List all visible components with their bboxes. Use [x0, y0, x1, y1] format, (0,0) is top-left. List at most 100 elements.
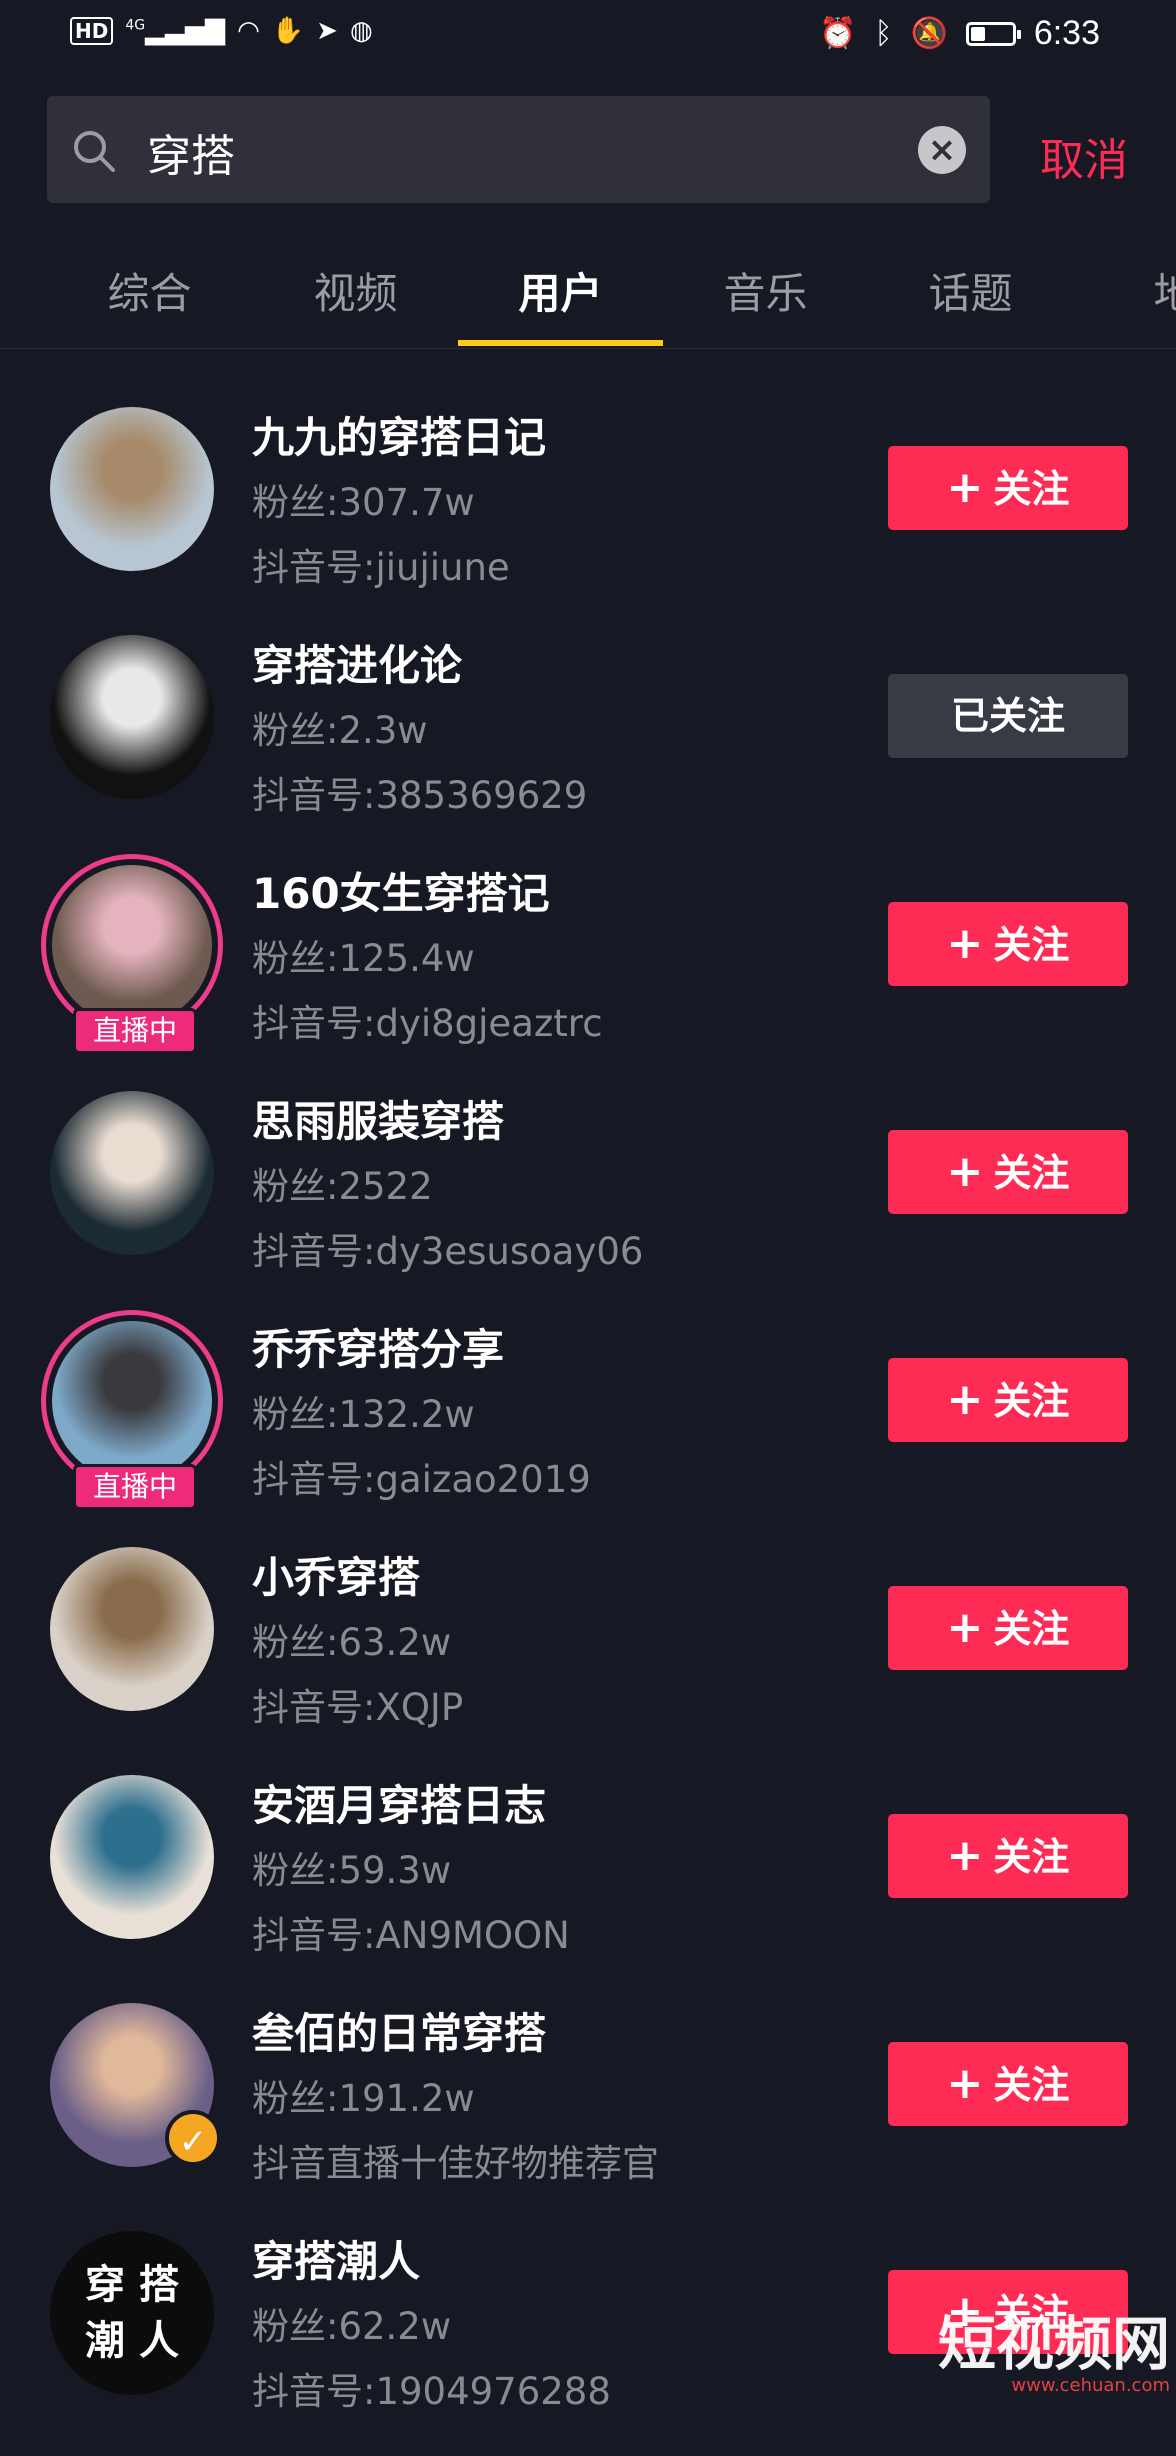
cancel-button[interactable]: 取消 [1040, 124, 1128, 188]
follow-button[interactable]: + 关注 [888, 2042, 1128, 2126]
user-handle: 抖音号:1904976288 [252, 2370, 611, 2413]
follower-count: 粉丝:62.2w [252, 2305, 452, 2348]
follow-label: 已关注 [950, 694, 1065, 738]
follow-button[interactable]: + 关注 [888, 446, 1128, 530]
tab-2[interactable]: 用户 [458, 260, 663, 321]
watermark: 短视频网 www.cehuan.com [937, 2310, 1170, 2396]
follow-label: 关注 [993, 2063, 1070, 2107]
follow-button[interactable]: + 关注 [888, 1358, 1128, 1442]
search-input[interactable]: 穿搭 [147, 120, 235, 184]
live-badge: 直播中 [73, 1008, 197, 1054]
user-row[interactable]: 安酒月穿搭日志粉丝:59.3w 抖音号:AN9MOON + 关注 [0, 1772, 1176, 2000]
active-tab-indicator [458, 340, 663, 346]
follower-count: 粉丝:125.4w [252, 937, 475, 980]
clock: 6:33 [1033, 14, 1100, 52]
username[interactable]: 小乔穿搭 [252, 1544, 420, 1605]
follower-count: 粉丝:59.3w [252, 1849, 452, 1892]
plus-icon: + [946, 1602, 984, 1653]
username[interactable]: 穿搭潮人 [252, 2228, 420, 2289]
tab-4[interactable]: 话题 [868, 260, 1073, 321]
clear-icon[interactable]: × [918, 126, 966, 174]
verified-icon: ✓ [165, 2110, 221, 2166]
follow-button[interactable]: + 关注 [888, 902, 1128, 986]
username[interactable]: 叁佰的日常穿搭 [252, 2000, 546, 2061]
notification-icon: ✋ [271, 16, 305, 46]
avatar[interactable]: 穿 搭 潮 人 [50, 2231, 214, 2395]
user-handle: 抖音号:AN9MOON [252, 1914, 570, 1957]
search-bar[interactable]: 穿搭 × [47, 96, 990, 203]
status-bar: HD 4G▂▃▅▇ ◠ ✋ ➤ ◍ ⏰ ᛒ 🔕 6:33 [0, 0, 1176, 72]
tab-1[interactable]: 视频 [253, 260, 458, 321]
plus-icon: + [946, 1374, 984, 1425]
follow-label: 关注 [993, 1151, 1070, 1195]
signal-icon: 4G▂▃▅▇ [125, 16, 226, 46]
username[interactable]: 乔乔穿搭分享 [252, 1316, 504, 1377]
avatar[interactable] [50, 407, 214, 571]
search-icon [74, 131, 115, 172]
username[interactable]: 穿搭进化论 [252, 632, 462, 693]
follower-count: 粉丝:2.3w [252, 709, 428, 752]
user-row[interactable]: 九九的穿搭日记粉丝:307.7w 抖音号:jiujiune + 关注 [0, 404, 1176, 632]
user-handle: 抖音号:jiujiune [252, 546, 510, 589]
follower-count: 粉丝:307.7w [252, 481, 475, 524]
tab-0[interactable]: 综合 [47, 260, 252, 321]
bluetooth-icon: ᛒ [874, 16, 893, 51]
wifi-icon: ◠ [237, 16, 260, 46]
tab-3[interactable]: 音乐 [663, 260, 868, 321]
user-row[interactable]: 思雨服装穿搭 粉丝:2522 抖音号:dy3esusoay06 + 关注 [0, 1088, 1176, 1316]
username[interactable]: 160女生穿搭记 [252, 860, 550, 921]
follow-label: 关注 [993, 1379, 1070, 1423]
user-row[interactable]: ✓ 叁佰的日常穿搭 粉丝:191.2w 抖音直播十佳好物推荐官 + 关注 [0, 2000, 1176, 2228]
username[interactable]: 九九的穿搭日记 [252, 404, 546, 465]
mute-icon: 🔕 [910, 16, 948, 51]
follow-button[interactable]: + 关注 [888, 1586, 1128, 1670]
alarm-icon: ⏰ [819, 16, 857, 51]
avatar[interactable] [50, 1091, 214, 1255]
plus-icon: + [946, 1830, 984, 1881]
plus-icon: + [946, 918, 984, 969]
follow-label: 关注 [993, 467, 1070, 511]
avatar-container[interactable]: ✓ [47, 2000, 221, 2170]
following-button[interactable]: 已关注 [888, 674, 1128, 758]
avatar-container[interactable] [47, 1772, 217, 1942]
follower-count: 粉丝:63.2w [252, 1621, 452, 1664]
username[interactable]: 安酒月穿搭日志 [252, 1772, 546, 1833]
follower-count: 粉丝:191.2w [252, 2077, 475, 2120]
user-handle: 抖音号:gaizao2019 [252, 1458, 591, 1501]
user-handle: 抖音号:XQJP [252, 1686, 464, 1729]
avatar-container[interactable] [47, 632, 217, 802]
user-row[interactable]: 直播中 160女生穿搭记粉丝:125.4w 抖音号:dyi8gjeaztrc + 关注 [0, 854, 1176, 1088]
follow-label: 关注 [993, 923, 1070, 967]
follow-label: 关注 [993, 1607, 1070, 1651]
avatar-container[interactable]: 直播中 [41, 1310, 223, 1510]
avatar-container[interactable] [47, 1088, 217, 1258]
avatar[interactable] [50, 635, 214, 799]
user-row[interactable]: 小乔穿搭粉丝:63.2w 抖音号:XQJP + 关注 [0, 1544, 1176, 1772]
avatar[interactable] [50, 1775, 214, 1939]
avatar-text: 穿 搭 潮 人 [85, 2262, 179, 2364]
user-handle: 抖音号:dyi8gjeaztrc [252, 1002, 603, 1045]
hd-icon: HD [70, 17, 114, 45]
user-row[interactable]: 穿搭进化论 粉丝:2.3w 抖音号:385369629 已关注 [0, 632, 1176, 860]
user-row[interactable]: 直播中 乔乔穿搭分享粉丝:132.2w 抖音号:gaizao2019 + 关注 [0, 1310, 1176, 1544]
username[interactable]: 思雨服装穿搭 [252, 1088, 504, 1149]
battery-icon [965, 21, 1021, 46]
avatar-container[interactable]: 穿 搭 潮 人 [47, 2228, 217, 2398]
plus-icon: + [946, 462, 984, 513]
avatar-container[interactable]: 直播中 [41, 854, 223, 1054]
status-left: HD 4G▂▃▅▇ ◠ ✋ ➤ ◍ [70, 16, 373, 46]
avatar-container[interactable] [47, 1544, 217, 1714]
avatar[interactable] [50, 1547, 214, 1711]
user-handle: 抖音号:dy3esusoay06 [252, 1230, 644, 1273]
status-right: ⏰ ᛒ 🔕 6:33 [819, 14, 1100, 53]
tab-bar: 综合 视频 用户 音乐 话题地 [0, 230, 1176, 349]
globe-icon: ◍ [349, 16, 373, 46]
plus-icon: + [946, 1146, 984, 1197]
live-badge: 直播中 [73, 1464, 197, 1510]
plus-icon: + [946, 2058, 984, 2109]
follower-count: 粉丝:132.2w [252, 1393, 475, 1436]
tab-5[interactable]: 地 [1072, 260, 1176, 321]
follow-button[interactable]: + 关注 [888, 1130, 1128, 1214]
avatar-container[interactable] [47, 404, 217, 574]
follow-button[interactable]: + 关注 [888, 1814, 1128, 1898]
